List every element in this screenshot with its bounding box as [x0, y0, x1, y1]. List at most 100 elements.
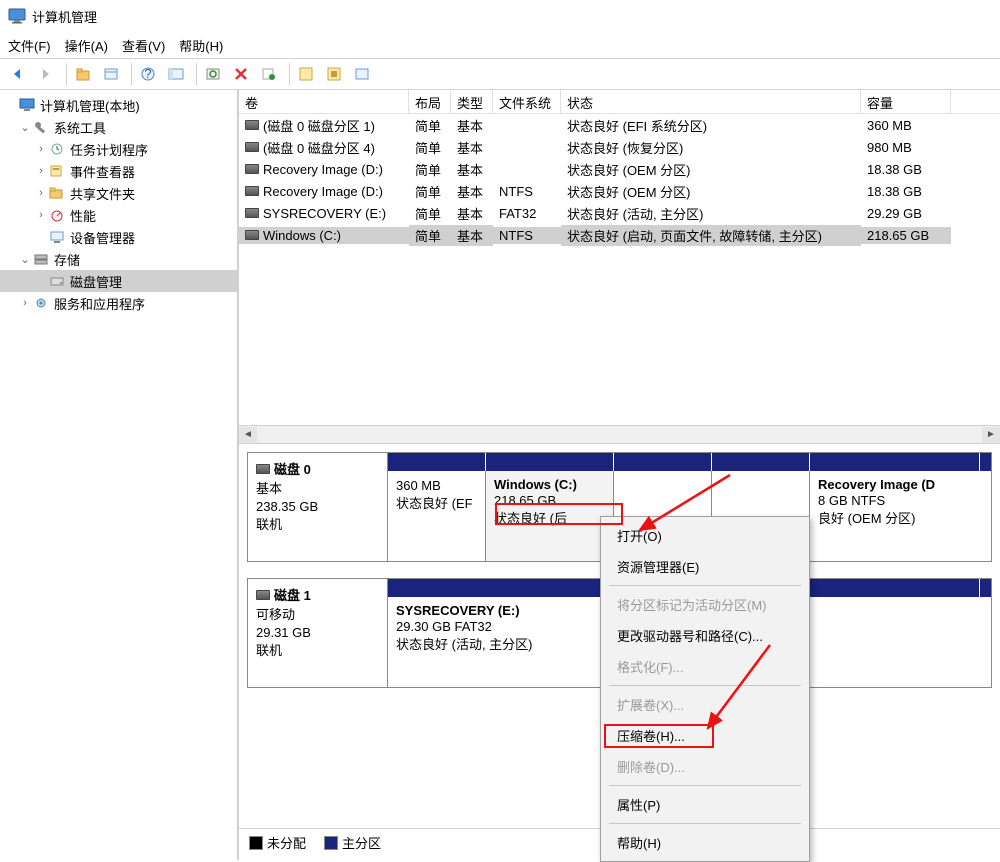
volume-row[interactable]: Recovery Image (D:)简单基本NTFS状态良好 (OEM 分区)… [239, 180, 1000, 202]
volume-row[interactable]: (磁盘 0 磁盘分区 4)简单基本状态良好 (恢复分区)980 MB [239, 136, 1000, 158]
context-menu[interactable]: 打开(O)资源管理器(E)将分区标记为活动分区(M)更改驱动器号和路径(C)..… [600, 516, 810, 862]
tree-item[interactable]: 磁盘管理 [0, 270, 237, 292]
delete-button[interactable] [229, 62, 253, 86]
cell-text: 简单 [415, 226, 441, 245]
device-icon [48, 229, 66, 245]
tree-item[interactable]: ⌄存储 [0, 248, 237, 270]
cell-text: Recovery Image (D:) [263, 162, 383, 177]
cell-type: 基本 [451, 137, 493, 158]
clock-icon [48, 141, 66, 157]
menu-action[interactable]: 操作(A) [65, 36, 108, 54]
cell-text: 状态良好 (EFI 系统分区) [567, 116, 707, 135]
partition-cell[interactable]: 360 MB状态良好 (EF [388, 471, 486, 561]
tree-item[interactable]: 设备管理器 [0, 226, 237, 248]
nav-tree[interactable]: 计算机管理(本地) ⌄系统工具›任务计划程序›事件查看器›共享文件夹›性能设备管… [0, 90, 238, 860]
partition-title: Windows (C:) [494, 477, 605, 492]
title-bar: 计算机管理 [0, 0, 1000, 32]
settings-button[interactable] [257, 62, 281, 86]
context-menu-item[interactable]: 属性(P) [603, 789, 807, 820]
up-button[interactable] [71, 62, 95, 86]
tree-expander-icon[interactable]: › [34, 143, 48, 155]
volume-icon [245, 186, 259, 196]
context-menu-item[interactable]: 压缩卷(H)... [603, 720, 807, 751]
tree-expander-icon[interactable]: › [34, 209, 48, 221]
menu-file[interactable]: 文件(F) [8, 36, 51, 54]
horizontal-scrollbar[interactable]: ◄ ► [239, 425, 1000, 443]
partition-cell[interactable]: Recovery Image (D8 GB NTFS良好 (OEM 分区) [810, 471, 980, 561]
volume-row[interactable]: Windows (C:)简单基本NTFS状态良好 (启动, 页面文件, 故障转储… [239, 224, 1000, 246]
properties-button[interactable] [99, 62, 123, 86]
view-button[interactable] [164, 62, 188, 86]
cell-text: 360 MB [867, 118, 912, 133]
svg-text:?: ? [144, 66, 151, 81]
context-menu-item[interactable]: 帮助(H) [603, 827, 807, 858]
tree-item[interactable]: ›服务和应用程序 [0, 292, 237, 314]
legend-swatch-unallocated [249, 836, 263, 850]
tree-item[interactable]: › 事件查看器 [0, 160, 237, 182]
cell-layout: 简单 [409, 225, 451, 246]
cell-text: 状态良好 (恢复分区) [567, 138, 683, 157]
disk-state: 联机 [256, 516, 379, 534]
back-button[interactable] [6, 62, 30, 86]
cell-text: (磁盘 0 磁盘分区 4) [263, 138, 375, 157]
cell-fs: NTFS [493, 227, 561, 244]
tree-item-label: 磁盘管理 [70, 272, 122, 291]
partition-status: 状态良好 (EF [396, 495, 477, 513]
menu-view[interactable]: 查看(V) [122, 36, 165, 54]
tree-expander-icon[interactable]: › [34, 187, 48, 199]
col-volume[interactable]: 卷 [239, 90, 409, 113]
tool3-button[interactable] [350, 62, 374, 86]
col-fs[interactable]: 文件系统 [493, 90, 561, 113]
col-capacity[interactable]: 容量 [861, 90, 951, 113]
cell-text: 基本 [457, 204, 483, 223]
cell-text: 基本 [457, 138, 483, 157]
col-status[interactable]: 状态 [561, 90, 861, 113]
context-menu-item[interactable]: 打开(O) [603, 520, 807, 551]
tree-expander-icon[interactable]: › [34, 165, 48, 177]
menu-help[interactable]: 帮助(H) [179, 36, 223, 54]
tree-item-label: 事件查看器 [70, 162, 135, 181]
main-split: 计算机管理(本地) ⌄系统工具›任务计划程序›事件查看器›共享文件夹›性能设备管… [0, 90, 1000, 860]
legend-unallocated: 未分配 [267, 833, 306, 852]
volume-list[interactable]: (磁盘 0 磁盘分区 1)简单基本状态良好 (EFI 系统分区)360 MB(磁… [239, 114, 1000, 444]
volume-row[interactable]: SYSRECOVERY (E:)简单基本FAT32状态良好 (活动, 主分区)2… [239, 202, 1000, 224]
tree-item[interactable]: ›任务计划程序 [0, 138, 237, 160]
tree-item[interactable]: ⌄ 系统工具 [0, 116, 237, 138]
cell-text: NTFS [499, 228, 533, 243]
tree-item[interactable]: ›共享文件夹 [0, 182, 237, 204]
menu-separator [609, 685, 801, 686]
partition-cell[interactable]: Windows (C:)218.65 GB状态良好 (后 [486, 471, 614, 561]
cell-text: 简单 [415, 160, 441, 179]
storage-icon [32, 251, 50, 267]
cell-capacity: 18.38 GB [861, 183, 951, 200]
tree-expander-icon[interactable]: ⌄ [18, 121, 32, 134]
col-type[interactable]: 类型 [451, 90, 493, 113]
tool2-button[interactable] [322, 62, 346, 86]
menu-bar: 文件(F) 操作(A) 查看(V) 帮助(H) [0, 32, 1000, 58]
tree-expander-icon[interactable]: ⌄ [18, 253, 32, 266]
forward-button[interactable] [34, 62, 58, 86]
help-button[interactable]: ? [136, 62, 160, 86]
col-layout[interactable]: 布局 [409, 90, 451, 113]
disk-size: 29.31 GB [256, 624, 379, 642]
context-menu-item[interactable]: 资源管理器(E) [603, 551, 807, 582]
tree-item[interactable]: › 性能 [0, 204, 237, 226]
cell-text: 基本 [457, 160, 483, 179]
tree-expander-icon[interactable]: › [18, 297, 32, 309]
scroll-right-icon[interactable]: ► [982, 427, 1000, 443]
volume-row[interactable]: Recovery Image (D:)简单基本状态良好 (OEM 分区)18.3… [239, 158, 1000, 180]
cell-capacity: 980 MB [861, 139, 951, 156]
cell-capacity: 360 MB [861, 117, 951, 134]
tree-root[interactable]: 计算机管理(本地) [0, 94, 237, 116]
tree-item-label: 系统工具 [54, 118, 106, 137]
scroll-left-icon[interactable]: ◄ [239, 427, 257, 443]
tree-item-label: 性能 [70, 206, 96, 225]
context-menu-item[interactable]: 更改驱动器号和路径(C)... [603, 620, 807, 651]
tool1-button[interactable] [294, 62, 318, 86]
cell-fs: FAT32 [493, 205, 561, 222]
refresh-button[interactable] [201, 62, 225, 86]
cell-type: 基本 [451, 159, 493, 180]
volume-icon [245, 230, 259, 240]
partition-title: Recovery Image (D [818, 477, 972, 492]
volume-row[interactable]: (磁盘 0 磁盘分区 1)简单基本状态良好 (EFI 系统分区)360 MB [239, 114, 1000, 136]
